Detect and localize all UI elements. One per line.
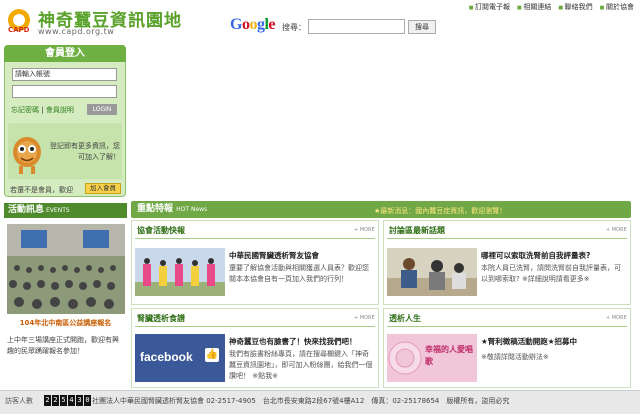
panel-title: 討論區最新話題 bbox=[389, 226, 445, 235]
search-button[interactable]: 搜尋 bbox=[408, 20, 436, 34]
search-input[interactable] bbox=[308, 19, 405, 34]
more-link[interactable]: + MORE bbox=[354, 227, 375, 233]
facebook-banner[interactable]: facebook 👍 bbox=[135, 334, 225, 382]
events-title-text: 活動訊息 bbox=[8, 205, 45, 215]
panel-title: 腎臟透析食譜 bbox=[137, 314, 185, 323]
visitor-counter: 2 2 5 4 3 0 bbox=[44, 395, 91, 406]
news-alert[interactable]: ★最新消息：國內蠶豆症資訊，歡迎瀏覽！ bbox=[374, 206, 506, 216]
member-notice-link[interactable]: 會員說明 bbox=[46, 106, 74, 114]
mascot-text: 登記即有更多資訊，您可加入了解！ bbox=[50, 142, 120, 161]
forgot-password-link[interactable]: 忘記密碼 bbox=[11, 106, 39, 114]
top-link-about[interactable]: 關於協會 bbox=[600, 2, 634, 12]
forum-photo[interactable] bbox=[387, 248, 477, 296]
facebook-label: facebook bbox=[140, 350, 193, 364]
panel-divider bbox=[387, 326, 627, 327]
counter-digit: 2 bbox=[44, 395, 51, 406]
panel-headline[interactable]: ★腎利徵稿活動開跑★招募中 bbox=[481, 336, 577, 347]
account-field[interactable]: 請輸入帳號 bbox=[12, 68, 117, 81]
panel-divider bbox=[387, 238, 627, 239]
thumbs-up-icon: 👍 bbox=[205, 348, 219, 362]
panel-headline[interactable]: 神奇蠶豆也有臉書了！快來找我們吧！ bbox=[229, 336, 357, 347]
counter-digit: 3 bbox=[76, 395, 83, 406]
svg-text:CAPD: CAPD bbox=[8, 26, 30, 34]
singing-banner[interactable]: 幸福的人愛唱歌 bbox=[387, 334, 477, 382]
counter-digit: 0 bbox=[84, 395, 91, 406]
top-link-related[interactable]: 相關連結 bbox=[517, 2, 551, 12]
site-logo-icon[interactable]: CAPD bbox=[6, 7, 36, 35]
dance-photo[interactable] bbox=[135, 248, 225, 296]
site-url: www.capd.org.tw bbox=[38, 27, 115, 36]
google-logo: Google bbox=[230, 16, 276, 33]
login-title: 會員登入 bbox=[4, 45, 126, 62]
panel-description: 本院人員已洗腎，請問洗腎前自我評量表，可以到哪索取? ※詳細說明請看更多※ bbox=[481, 264, 621, 283]
counter-digit: 4 bbox=[68, 395, 75, 406]
hot-news-title: 重點特報 HOT News bbox=[137, 201, 207, 218]
login-button[interactable]: LOGIN bbox=[87, 104, 117, 115]
join-text: 若還不是會員，歡迎 bbox=[10, 186, 73, 194]
singing-banner-text: 幸福的人愛唱歌 bbox=[425, 345, 473, 366]
panel-headline[interactable]: 中華民國腎臟透析腎友協會 bbox=[229, 250, 319, 261]
panel-description: 我們有臉書粉絲專頁，請在搜尋欄鍵入「神奇蠶豆資訊園地」，即可加入粉絲團，給我們一… bbox=[229, 350, 373, 380]
more-link[interactable]: + MORE bbox=[606, 227, 627, 233]
event-description: 上中年三場講座正式開跑，歡迎有興趣的民眾踴躍報名參加！ bbox=[7, 336, 119, 355]
visitor-label: 訪客人數 bbox=[5, 397, 33, 405]
top-link-contact[interactable]: 聯絡我們 bbox=[558, 2, 593, 12]
forgot-links: 忘記密碼 | 會員說明 bbox=[11, 106, 74, 114]
panel-divider bbox=[135, 326, 375, 327]
search-label: 搜尋： bbox=[282, 23, 306, 32]
panel-headline[interactable]: 哪裡可以索取洗腎前自我評量表? bbox=[481, 250, 590, 261]
password-field[interactable] bbox=[12, 85, 117, 98]
counter-digit: 2 bbox=[52, 395, 59, 406]
hot-news-title-text: 重點特報 bbox=[137, 204, 174, 214]
events-title-en: EVENTS bbox=[46, 207, 70, 214]
more-link[interactable]: + MORE bbox=[606, 315, 627, 321]
top-links: 訂閱電子報 相關連結 聯絡我們 關於協會 bbox=[469, 2, 634, 12]
panel-description: 還要了解協會活動與相關獲選人員表？歡迎您閱本本協會自有一頁加入我們的行列！ bbox=[229, 264, 369, 283]
bean-mascot-icon bbox=[10, 132, 44, 176]
footer-text: 社團法人中華民國腎臟透析腎友協會 02-2517-4905 台北市長安東路2段6… bbox=[92, 397, 510, 405]
panel-divider bbox=[135, 238, 375, 239]
more-link[interactable]: + MORE bbox=[354, 315, 375, 321]
panel-description: ※敬請詳閱活動辦法※ bbox=[481, 353, 549, 361]
event-caption[interactable]: 104年北中南區公益講座報名 bbox=[4, 318, 127, 328]
panel-title: 透析人生 bbox=[389, 314, 421, 323]
hot-news-title-en: HOT News bbox=[176, 206, 208, 213]
panel-title: 協會活動快報 bbox=[137, 226, 185, 235]
join-member-button[interactable]: 加入會員 bbox=[85, 183, 121, 194]
events-title: 活動訊息 EVENTS bbox=[4, 203, 127, 218]
counter-digit: 5 bbox=[60, 395, 67, 406]
event-photo[interactable] bbox=[7, 224, 125, 314]
top-link-newsletter[interactable]: 訂閱電子報 bbox=[469, 2, 510, 12]
